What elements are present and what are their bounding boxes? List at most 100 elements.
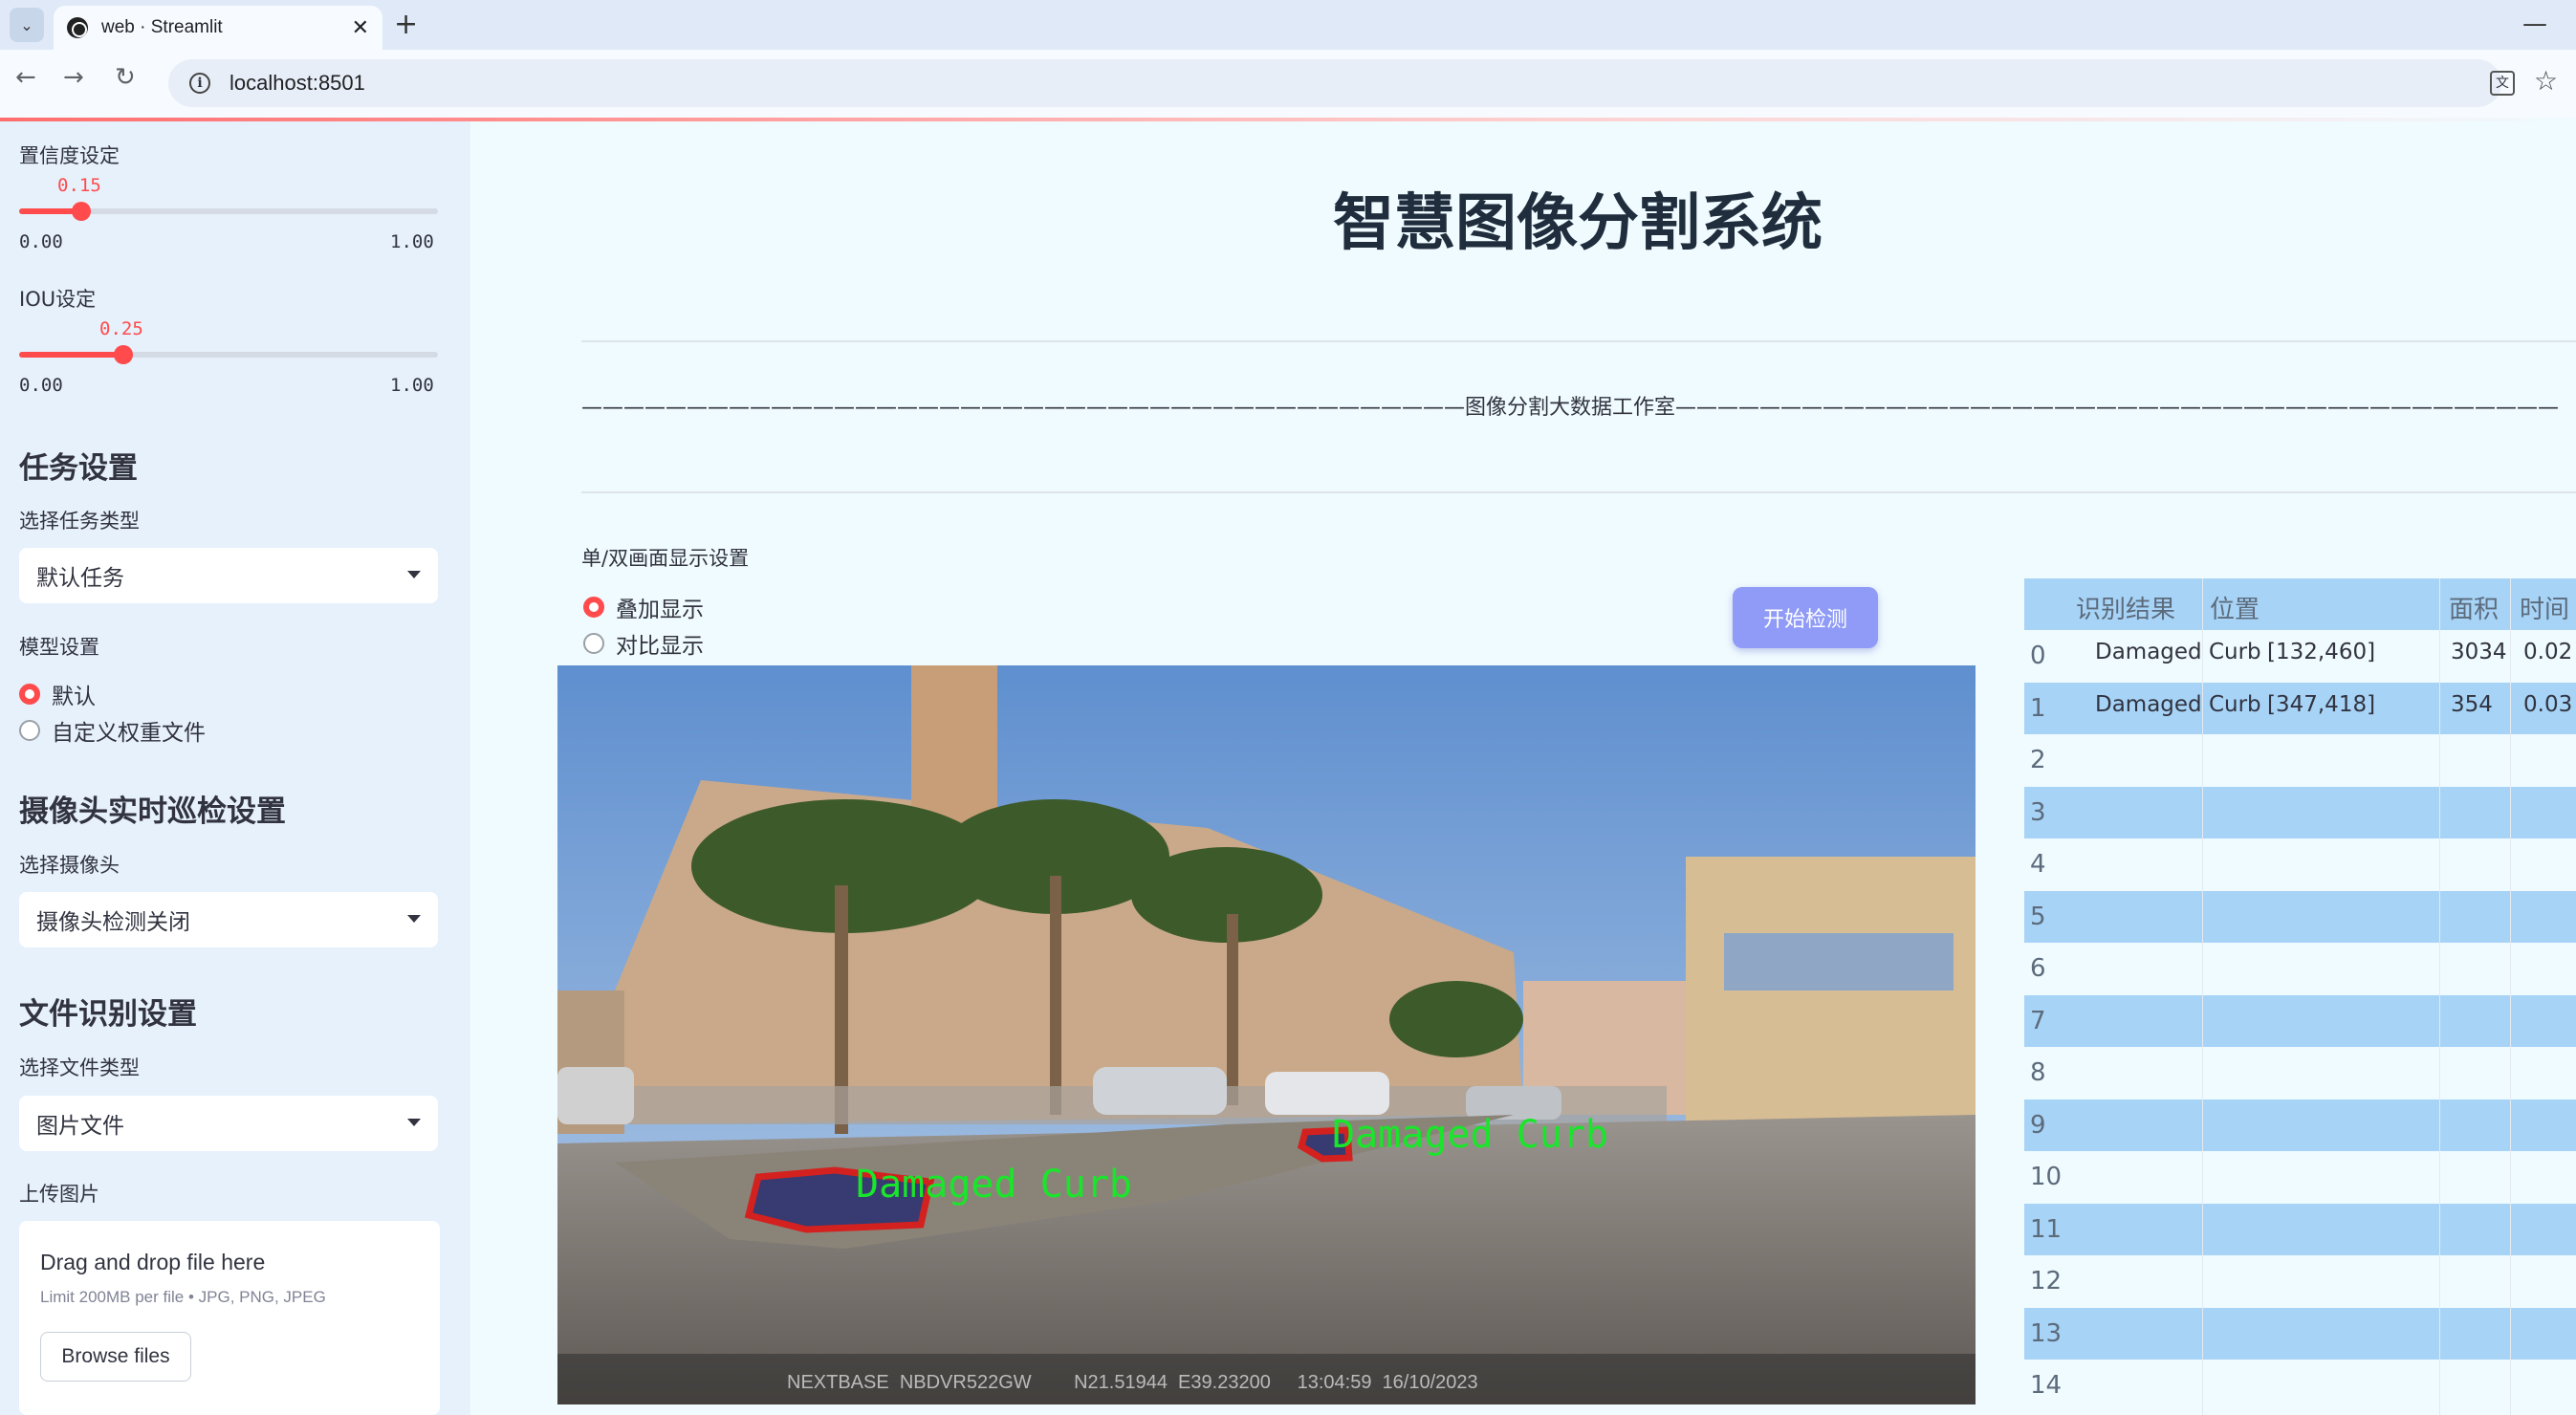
- table-row[interactable]: 2: [2024, 734, 2576, 787]
- dashcam-overlay-text: NEXTBASE NBDVR522GW N21.51944 E39.23200 …: [787, 1372, 1478, 1393]
- bookmark-star-icon[interactable]: ☆: [2534, 65, 2558, 97]
- forward-icon[interactable]: →: [63, 63, 84, 92]
- header-time: 时间: [2520, 596, 2570, 624]
- table-row[interactable]: 10: [2024, 1151, 2576, 1204]
- dropzone-limit: Limit 200MB per file • JPG, PNG, JPEG: [40, 1288, 326, 1306]
- radio-selected-icon: [583, 597, 604, 618]
- file-type-select[interactable]: 图片文件: [19, 1096, 438, 1151]
- row-index: 0: [2030, 642, 2046, 670]
- confidence-max: 1.00: [390, 231, 434, 252]
- url-field[interactable]: i localhost:8501: [168, 59, 2501, 107]
- chevron-down-icon: [407, 915, 421, 923]
- row-index: 5: [2030, 902, 2046, 931]
- row-index: 14: [2030, 1371, 2063, 1400]
- row-index: 6: [2030, 954, 2046, 983]
- site-info-icon[interactable]: i: [189, 73, 210, 94]
- browser-tab[interactable]: web · Streamlit ✕: [54, 6, 382, 50]
- iou-max: 1.00: [390, 375, 434, 396]
- detection-label-1: Damaged Curb: [856, 1163, 1132, 1207]
- browse-files-button[interactable]: Browse files: [40, 1332, 191, 1382]
- cell-area: 354: [2451, 691, 2493, 717]
- back-icon[interactable]: ←: [15, 63, 36, 92]
- table-row[interactable]: 0 Damaged Curb [132,460] 3034 0.02: [2024, 630, 2576, 683]
- header-result: 识别结果: [2076, 596, 2176, 624]
- display-radio-overlay[interactable]: 叠加显示: [583, 591, 704, 623]
- divider: [581, 491, 2576, 493]
- table-row[interactable]: 3: [2024, 786, 2576, 839]
- iou-slider-thumb[interactable]: [114, 345, 133, 364]
- confidence-label: 置信度设定: [19, 144, 120, 167]
- iou-slider-fill: [19, 352, 124, 358]
- table-row[interactable]: 1 Damaged Curb [347,418] 354 0.03: [2024, 682, 2576, 735]
- new-tab-icon[interactable]: +: [394, 8, 418, 41]
- task-type-value: 默认任务: [36, 566, 124, 591]
- cell-time: 0.03: [2523, 691, 2573, 717]
- cell-time: 0.02: [2523, 640, 2573, 664]
- tab-title: web · Streamlit: [101, 17, 223, 37]
- header-area: 面积: [2449, 596, 2500, 624]
- table-row[interactable]: 12: [2024, 1255, 2576, 1308]
- results-table[interactable]: 识别结果 位置 面积 时间 0 Damaged Curb [132,460] 3034…: [2024, 578, 2576, 1415]
- confidence-min: 0.00: [19, 231, 63, 252]
- row-index: 4: [2030, 850, 2046, 879]
- detection-image: Damaged Curb Damaged Curb NEXTBASE NBDVR…: [557, 665, 1976, 1404]
- task-type-select[interactable]: 默认任务: [19, 548, 438, 603]
- detection-label-2: Damaged Curb: [1332, 1113, 1608, 1157]
- display-mode-label: 单/双画面显示设置: [581, 547, 750, 570]
- table-row[interactable]: 4: [2024, 838, 2576, 891]
- file-type-label: 选择文件类型: [19, 1056, 140, 1079]
- model-radio-default[interactable]: 默认: [19, 678, 96, 710]
- column-divider: [2510, 578, 2511, 1415]
- confidence-slider-thumb[interactable]: [72, 202, 91, 221]
- chevron-down-icon: [407, 1119, 421, 1126]
- address-bar: ← → ↻ i localhost:8501 文 ☆: [0, 50, 2576, 119]
- table-row[interactable]: 9: [2024, 1099, 2576, 1152]
- row-index: 7: [2030, 1006, 2046, 1035]
- tab-search-icon[interactable]: ⌄: [10, 8, 44, 42]
- studio-banner: ————————————————————————————————————————…: [581, 396, 2560, 420]
- model-radio-custom[interactable]: 自定义权重文件: [19, 714, 206, 747]
- start-detection-button[interactable]: 开始检测: [1733, 587, 1878, 648]
- radio-unselected-icon: [19, 720, 40, 741]
- table-row[interactable]: 11: [2024, 1203, 2576, 1256]
- cell-result: Damaged Curb: [2095, 640, 2261, 664]
- cell-area: 3034: [2451, 640, 2507, 664]
- table-row[interactable]: 5: [2024, 890, 2576, 944]
- table-row[interactable]: 13: [2024, 1307, 2576, 1361]
- camera-value: 摄像头检测关闭: [36, 910, 190, 935]
- camera-section-heading: 摄像头实时巡检设置: [19, 795, 286, 829]
- header-position: 位置: [2210, 596, 2260, 624]
- model-option-custom: 自定义权重文件: [52, 721, 206, 746]
- minimize-window-icon[interactable]: —: [2522, 10, 2547, 38]
- confidence-value: 0.15: [57, 175, 101, 196]
- table-row[interactable]: 8: [2024, 1047, 2576, 1099]
- reload-icon[interactable]: ↻: [115, 63, 136, 92]
- camera-select[interactable]: 摄像头检测关闭: [19, 892, 438, 947]
- chevron-down-icon: [407, 571, 421, 578]
- row-index: 8: [2030, 1058, 2046, 1087]
- close-tab-icon[interactable]: ✕: [352, 16, 369, 40]
- display-option-overlay: 叠加显示: [616, 598, 704, 622]
- row-index: 10: [2030, 1163, 2063, 1191]
- file-section-heading: 文件识别设置: [19, 997, 197, 1032]
- iou-label: IOU设定: [19, 288, 97, 311]
- table-row[interactable]: 14: [2024, 1360, 2576, 1412]
- radio-unselected-icon: [583, 633, 604, 654]
- page-title: 智慧图像分割系统: [1333, 188, 1823, 259]
- cell-position: [132,460]: [2267, 640, 2376, 664]
- iou-value: 0.25: [99, 318, 143, 339]
- file-dropzone[interactable]: Drag and drop file here Limit 200MB per …: [19, 1221, 440, 1415]
- display-radio-compare[interactable]: 对比显示: [583, 627, 704, 660]
- row-index: 1: [2030, 693, 2046, 723]
- row-index: 3: [2030, 797, 2046, 827]
- column-divider: [2439, 578, 2440, 1415]
- table-row[interactable]: 7: [2024, 994, 2576, 1048]
- radio-selected-icon: [19, 684, 40, 705]
- translate-icon[interactable]: 文: [2490, 71, 2515, 96]
- url-text: localhost:8501: [229, 71, 365, 95]
- table-row[interactable]: 6: [2024, 943, 2576, 995]
- column-divider: [2202, 578, 2203, 1415]
- divider: [581, 340, 2576, 342]
- streamlit-favicon-icon: [67, 17, 88, 38]
- iou-min: 0.00: [19, 375, 63, 396]
